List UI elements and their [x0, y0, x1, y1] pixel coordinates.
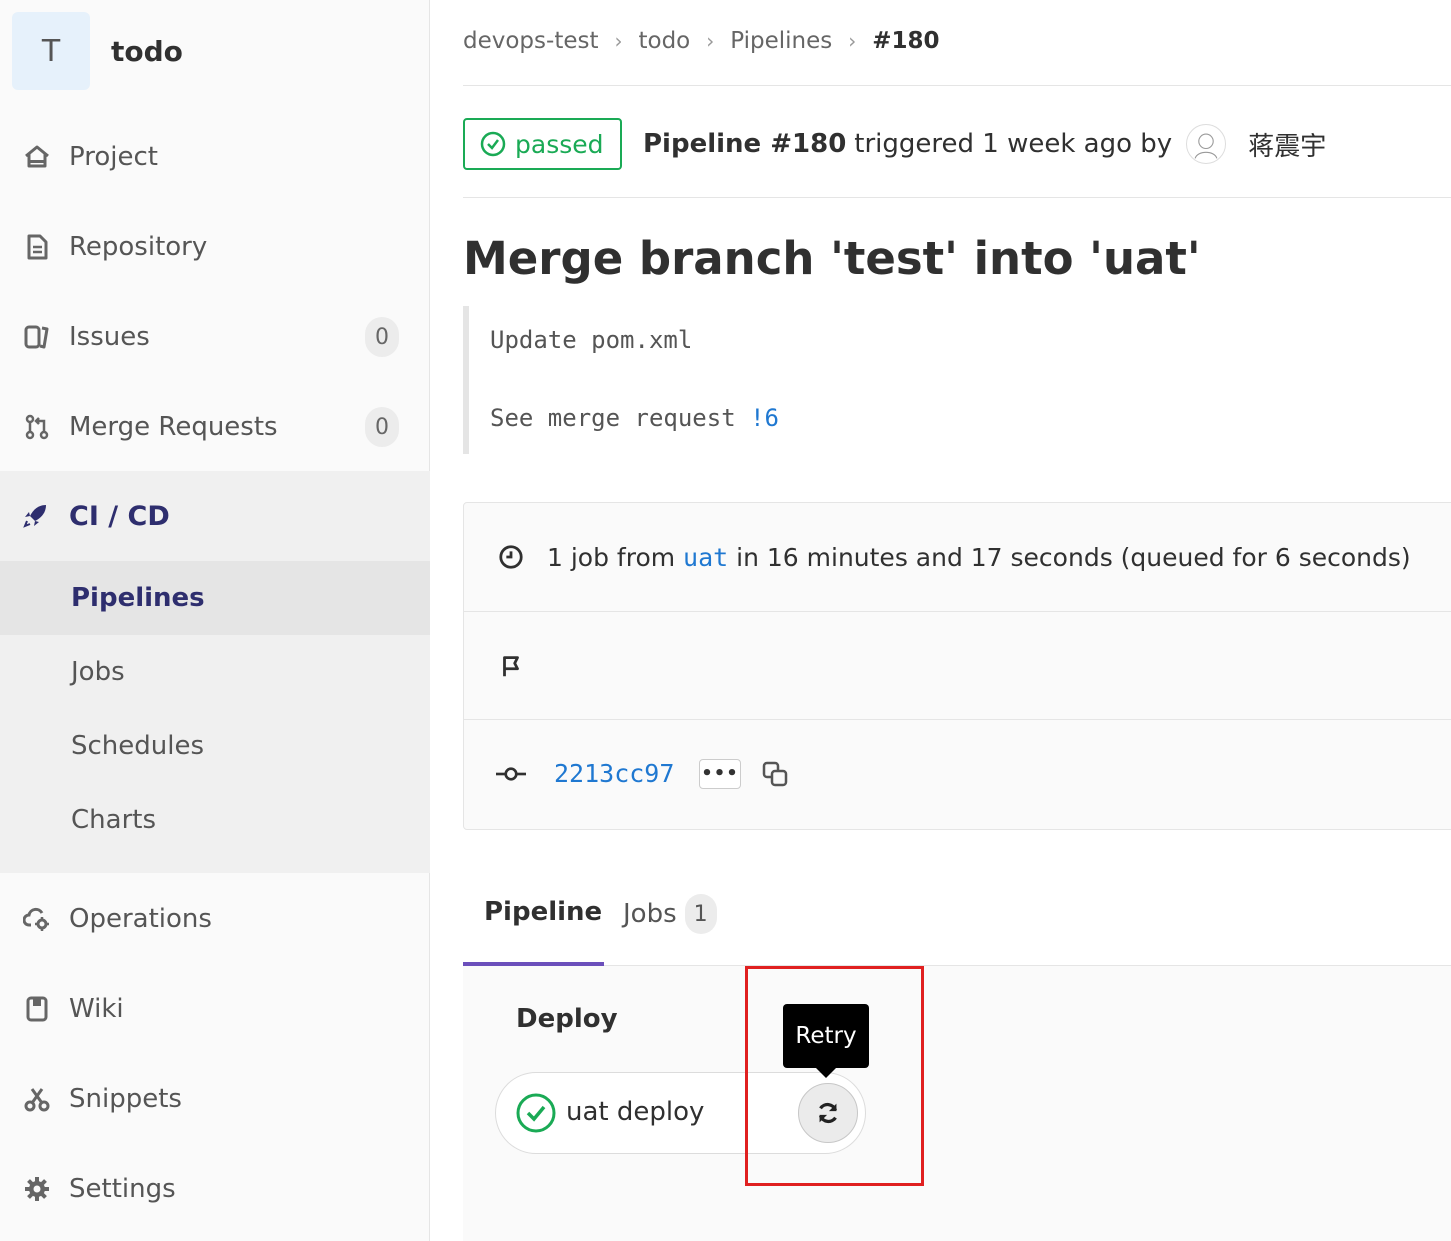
pipeline-info: Pipeline #180 triggered 1 week ago by 蒋震… — [643, 124, 1326, 164]
commit-title: Merge branch 'test' into 'uat' — [463, 232, 1201, 285]
sidebar-subitem-label: Jobs — [71, 657, 125, 687]
cicd-section: CI / CD Pipelines Jobs Schedules Charts — [0, 471, 430, 873]
document-icon — [22, 232, 52, 262]
sidebar-subitem-label: Pipelines — [71, 583, 205, 613]
gear-icon — [22, 1174, 52, 1204]
commit-description: Update pom.xml See merge request !6 — [463, 306, 1163, 454]
pipeline-graph: Deploy uat deploy Retry — [463, 966, 1451, 1241]
merge-request-icon — [22, 412, 52, 442]
sidebar-item-snippets[interactable]: Snippets — [0, 1054, 430, 1144]
breadcrumb-item[interactable]: Pipelines — [730, 28, 832, 54]
tab-label: Pipeline — [484, 897, 603, 927]
jobs-summary-prefix: 1 job from — [547, 542, 684, 572]
sidebar-item-label: Snippets — [69, 1084, 182, 1114]
commit-desc-line: See merge request !6 — [490, 404, 779, 432]
divider — [463, 197, 1451, 198]
sidebar-subitem-label: Charts — [71, 805, 156, 835]
clock-icon — [496, 542, 526, 572]
user-avatar-icon — [1194, 133, 1218, 159]
project-avatar[interactable]: T — [12, 12, 90, 90]
tags-row — [464, 611, 1451, 719]
jobs-count-badge: 1 — [684, 894, 717, 934]
jobs-summary-suffix: in 16 minutes and 17 seconds (queued for… — [728, 542, 1411, 572]
sidebar-subitem-label: Schedules — [71, 731, 205, 761]
jobs-summary-text: 1 job from uat in 16 minutes and 17 seco… — [547, 543, 1411, 572]
scissors-icon — [22, 1084, 52, 1114]
flag-icon — [496, 651, 526, 681]
status-text: passed — [515, 129, 604, 159]
sidebar-subitem-charts[interactable]: Charts — [0, 783, 430, 857]
author-name[interactable]: 蒋震宇 — [1248, 126, 1326, 163]
sidebar-item-project[interactable]: Project — [0, 112, 430, 202]
avatar[interactable] — [1186, 124, 1227, 164]
sidebar-item-issues[interactable]: Issues 0 — [0, 292, 430, 382]
sidebar-item-repository[interactable]: Repository — [0, 202, 430, 292]
breadcrumb-item[interactable]: todo — [638, 28, 690, 54]
project-header[interactable]: T todo — [12, 12, 183, 90]
chevron-right-icon: › — [614, 29, 623, 53]
tab-label: Jobs — [623, 899, 677, 929]
job-name: uat deploy — [566, 1097, 705, 1127]
sidebar-item-merge-requests[interactable]: Merge Requests 0 — [0, 382, 430, 472]
stage-title: Deploy — [516, 1004, 618, 1034]
jobs-summary-row: 1 job from uat in 16 minutes and 17 seco… — [464, 503, 1451, 611]
status-badge[interactable]: passed — [463, 118, 622, 170]
branch-link[interactable]: uat — [683, 543, 728, 572]
sidebar-item-label: CI / CD — [69, 500, 170, 532]
sidebar-item-cicd[interactable]: CI / CD — [0, 471, 430, 561]
main-content: devops-test › todo › Pipelines › #180 pa… — [463, 0, 1451, 1241]
sidebar-item-label: Operations — [69, 904, 212, 934]
sidebar-item-label: Issues — [69, 322, 150, 352]
commit-desc-text: See merge request — [490, 404, 751, 432]
sidebar-item-label: Merge Requests — [69, 412, 278, 442]
sidebar-item-label: Wiki — [69, 994, 124, 1024]
commit-icon — [496, 759, 526, 789]
divider — [463, 85, 1451, 86]
rocket-icon — [22, 501, 52, 531]
issues-icon — [22, 322, 52, 352]
book-icon — [22, 994, 52, 1024]
project-name[interactable]: todo — [111, 35, 183, 68]
breadcrumb-item[interactable]: devops-test — [463, 28, 598, 54]
sidebar-subitem-jobs[interactable]: Jobs — [0, 635, 430, 709]
tab-jobs[interactable]: Jobs 1 — [623, 862, 717, 966]
pipeline-title: Pipeline #180 — [643, 129, 847, 159]
merge-requests-count-badge: 0 — [365, 407, 399, 447]
highlight-box — [745, 966, 924, 1186]
check-circle-icon — [480, 131, 506, 157]
home-icon — [22, 142, 52, 172]
chevron-right-icon: › — [706, 29, 715, 53]
commit-sha-link[interactable]: 2213cc97 — [554, 759, 674, 788]
sidebar-item-label: Settings — [69, 1174, 176, 1204]
sidebar-item-operations[interactable]: Operations — [0, 874, 430, 964]
sidebar-item-label: Project — [69, 142, 158, 172]
copy-icon[interactable] — [760, 759, 790, 789]
sidebar-item-settings[interactable]: Settings — [0, 1144, 430, 1234]
pipeline-info-box: 1 job from uat in 16 minutes and 17 seco… — [463, 502, 1451, 830]
chevron-right-icon: › — [848, 29, 857, 53]
cloud-gear-icon — [22, 904, 52, 934]
sidebar-item-wiki[interactable]: Wiki — [0, 964, 430, 1054]
tab-pipeline[interactable]: Pipeline — [463, 862, 604, 966]
sidebar-subitem-schedules[interactable]: Schedules — [0, 709, 430, 783]
sidebar: T todo Project Repository Issues 0 Merge… — [0, 0, 430, 1241]
pipeline-triggered-text: triggered 1 week ago by — [854, 129, 1173, 159]
pipeline-tabs: Pipeline Jobs 1 — [463, 862, 1451, 966]
success-icon — [516, 1093, 556, 1133]
merge-request-link[interactable]: !6 — [750, 404, 779, 432]
sidebar-item-label: Repository — [69, 232, 208, 262]
breadcrumb: devops-test › todo › Pipelines › #180 — [463, 24, 940, 58]
breadcrumb-current[interactable]: #180 — [872, 28, 939, 54]
sidebar-subitem-pipelines[interactable]: Pipelines — [0, 561, 430, 635]
expand-commit-button[interactable]: ••• — [699, 758, 741, 789]
commit-row: 2213cc97 ••• — [464, 719, 1451, 827]
issues-count-badge: 0 — [365, 317, 399, 357]
commit-desc-line: Update pom.xml — [490, 326, 693, 354]
